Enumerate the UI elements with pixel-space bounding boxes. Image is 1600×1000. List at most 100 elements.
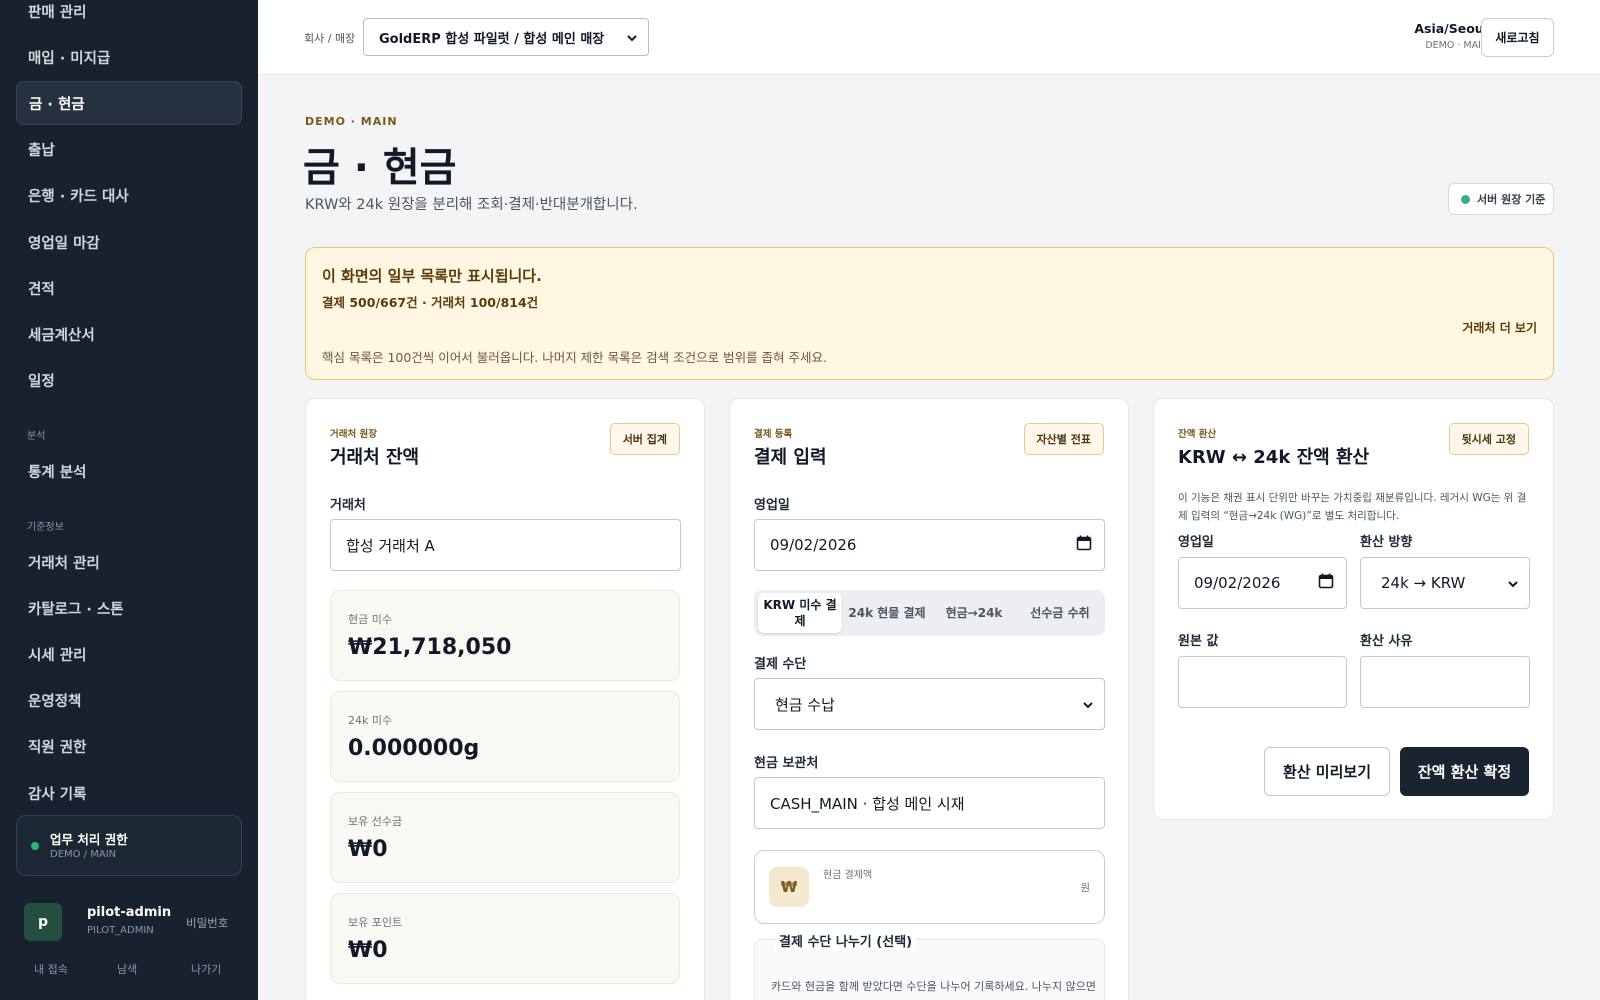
user-name: pilot-admin	[87, 905, 172, 920]
cash-amount-input[interactable]: ₩ 현금 결제액 원	[754, 850, 1105, 924]
conversion-date-label: 영업일	[1178, 535, 1214, 550]
tab-24k-physical[interactable]: 24k 현물 결제	[845, 593, 929, 633]
page-title: 금 · 현금	[303, 145, 457, 191]
payment-type-tabs: KRW 미수 결제 24k 현물 결제 현금→24k 선수금 수취	[754, 590, 1105, 636]
page-description: KRW와 24k 원장을 분리해 조회·결제·반대분개합니다.	[305, 197, 638, 213]
payment-entry-card: 결제 등록 결제 입력 자산별 전표 영업일 09/02/2026 KRW 미수…	[729, 398, 1129, 1000]
status-badge: 서버 원장 기준	[1448, 183, 1554, 215]
status-dot-icon	[1461, 195, 1470, 204]
my-session-link[interactable]: 내 접속	[34, 961, 68, 977]
stat-advance: 보유 선수금 ₩0	[330, 792, 680, 883]
sidebar-item-prices[interactable]: 시세 관리	[16, 632, 242, 676]
card-eyebrow: 거래처 원장	[330, 429, 378, 440]
card-eyebrow: 결제 등록	[754, 429, 793, 440]
sidebar-item-day-close[interactable]: 영업일 마감	[16, 220, 242, 264]
stat-value: ₩21,718,050	[348, 635, 512, 660]
customer-label: 거래처	[330, 498, 366, 513]
stat-label: 보유 포인트	[348, 916, 403, 929]
stat-label: 보유 선수금	[348, 815, 403, 828]
rate-fixed-badge: 뒷시세 고정	[1448, 423, 1529, 455]
timezone-scope: DEMO · MAIN	[1425, 40, 1488, 51]
tab-advance-receipt[interactable]: 선수금 수취	[1018, 593, 1102, 633]
store-select-value: GoldERP 합성 파일럿 / 합성 메인 매장	[379, 31, 605, 47]
calendar-icon	[1076, 535, 1092, 551]
status-badge-label: 서버 원장 기준	[1477, 193, 1546, 206]
chevron-down-icon	[1508, 581, 1518, 588]
more-customers-link[interactable]: 거래처 더 보기	[1462, 319, 1537, 336]
theme-link[interactable]: 남색	[117, 961, 137, 977]
password-link[interactable]: 비밀번호	[186, 915, 228, 931]
permission-scope: DEMO / MAIN	[50, 849, 117, 860]
won-icon: ₩	[769, 867, 809, 907]
sidebar-item-cashbook[interactable]: 출납	[16, 127, 242, 171]
notice-counts: 결제 500/667건 · 거래처 100/814건	[322, 295, 539, 310]
sidebar-item-audit[interactable]: 감사 기록	[16, 771, 242, 815]
stat-value: ₩0	[348, 938, 388, 963]
sidebar-item-staff[interactable]: 직원 권한	[16, 724, 242, 768]
payment-split-description: 카드와 현금을 함께 받았다면 수단을 나누어 기록하세요. 나누지 않으면	[771, 980, 1096, 993]
payment-method-select[interactable]: 현금 수납	[754, 678, 1105, 730]
sidebar-item-tax-invoice[interactable]: 세금계산서	[16, 312, 242, 356]
payment-method-value: 현금 수납	[775, 695, 835, 714]
tab-cash-to-24k[interactable]: 현금→24k	[932, 593, 1016, 633]
original-amount-label: 원본 값	[1178, 634, 1219, 649]
conversion-description: 이 기능은 채권 표시 단위만 바꾸는 가치중립 재분류입니다. 레거시 WG는…	[1178, 492, 1527, 522]
payment-method-label: 결제 수단	[754, 657, 807, 672]
card-eyebrow: 잔액 환산	[1178, 429, 1217, 440]
avatar: p	[24, 903, 62, 941]
sidebar-item-quote[interactable]: 견적	[16, 266, 242, 310]
store-select-label: 회사 / 매장	[304, 32, 356, 45]
user-role: PILOT_ADMIN	[87, 925, 154, 936]
sidebar-item-catalog[interactable]: 카탈로그 · 스톤	[16, 586, 242, 630]
cash-vault-label: 현금 보관처	[754, 756, 819, 771]
sidebar-item-gold-cash[interactable]: 금 · 현금	[16, 81, 242, 125]
sidebar-item-schedule[interactable]: 일정	[16, 358, 242, 402]
stat-24k-receivable: 24k 미수 0.000000g	[330, 691, 680, 782]
business-date-input[interactable]: 09/02/2026	[754, 519, 1105, 571]
business-date-value: 09/02/2026	[770, 536, 857, 554]
sidebar-item-purchase[interactable]: 매입 · 미지급	[16, 35, 242, 79]
conversion-date-input[interactable]: 09/02/2026	[1178, 557, 1347, 609]
store-select[interactable]: GoldERP 합성 파일럿 / 합성 메인 매장	[363, 18, 649, 56]
sidebar-item-policy[interactable]: 운영정책	[16, 678, 242, 722]
page-eyebrow: DEMO · MAIN	[305, 115, 398, 128]
customer-balance-card: 거래처 원장 거래처 잔액 서버 집계 거래처 합성 거래처 A 현금 미수 ₩…	[305, 398, 705, 1000]
sidebar-section-base: 기준정보	[27, 522, 64, 533]
conversion-direction-select[interactable]: 24k → KRW	[1360, 557, 1530, 609]
sidebar-item-sales[interactable]: 판매 관리	[16, 0, 242, 33]
conversion-date-value: 09/02/2026	[1194, 574, 1281, 592]
cash-amount-unit: 원	[1080, 882, 1090, 894]
top-bar: 회사 / 매장 GoldERP 합성 파일럿 / 합성 메인 매장 Asia/S…	[258, 0, 1600, 75]
payment-split-section: 결제 수단 나누기 (선택) 카드와 현금을 함께 받았다면 수단을 나누어 기…	[754, 931, 1105, 1000]
permission-box: 업무 처리 권한 DEMO / MAIN	[16, 815, 242, 876]
conversion-direction-value: 24k → KRW	[1381, 574, 1466, 592]
logout-link[interactable]: 나가기	[191, 961, 221, 977]
chevron-down-icon	[1083, 702, 1093, 709]
conversion-confirm-button[interactable]: 잔액 환산 확정	[1400, 747, 1529, 796]
partial-list-notice: 이 화면의 일부 목록만 표시됩니다. 결제 500/667건 · 거래처 10…	[305, 247, 1554, 380]
sidebar: 판매 관리 매입 · 미지급 금 · 현금 출납 은행 · 카드 대사 영업일 …	[0, 0, 258, 1000]
chevron-down-icon	[627, 35, 637, 42]
timezone: Asia/Seoul	[1414, 21, 1488, 36]
asset-voucher-badge: 자산별 전표	[1023, 423, 1104, 455]
refresh-button[interactable]: 새로고침	[1481, 18, 1554, 57]
cash-vault-input[interactable]: CASH_MAIN · 합성 메인 시재	[754, 777, 1105, 829]
notice-title: 이 화면의 일부 목록만 표시됩니다.	[322, 267, 542, 285]
conversion-reason-label: 환산 사유	[1360, 634, 1413, 649]
conversion-preview-button[interactable]: 환산 미리보기	[1264, 747, 1390, 796]
conversion-reason-input[interactable]	[1360, 656, 1530, 708]
stat-value: 0.000000g	[348, 736, 480, 761]
notice-body: 핵심 목록은 100건씩 이어서 불러옵니다. 나머지 제한 목록은 검색 조건…	[322, 350, 827, 365]
calendar-icon	[1318, 573, 1334, 589]
cash-amount-label: 현금 결제액	[823, 870, 873, 881]
tab-krw-receivable[interactable]: KRW 미수 결제	[758, 593, 842, 633]
sidebar-item-customers[interactable]: 거래처 관리	[16, 540, 242, 584]
sidebar-section-analysis: 분석	[27, 431, 46, 442]
customer-input[interactable]: 합성 거래처 A	[330, 519, 681, 571]
stat-label: 24k 미수	[348, 714, 393, 727]
stat-points: 보유 포인트 ₩0	[330, 893, 680, 984]
sidebar-item-bank-card[interactable]: 은행 · 카드 대사	[16, 173, 242, 217]
stat-cash-receivable: 현금 미수 ₩21,718,050	[330, 590, 680, 681]
original-amount-input[interactable]	[1178, 656, 1347, 708]
sidebar-item-statistics[interactable]: 통계 분석	[16, 449, 242, 493]
